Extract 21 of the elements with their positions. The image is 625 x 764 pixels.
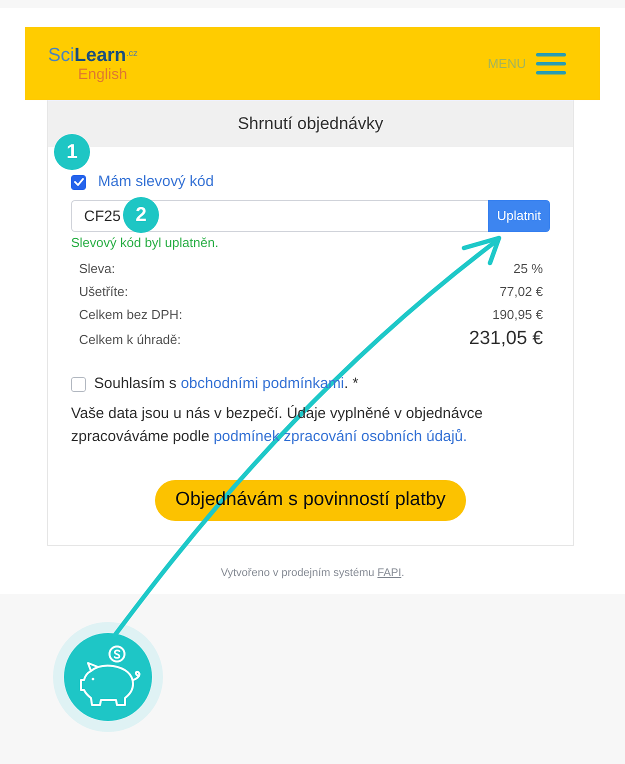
- fapi-link[interactable]: FAPI: [377, 567, 402, 579]
- menu-icon: [536, 52, 566, 74]
- discount-checkbox[interactable]: [71, 174, 86, 190]
- check-icon: [74, 178, 84, 186]
- summary-label: Ušetříte:: [79, 282, 128, 301]
- summary-label: Celkem k úhradě:: [79, 330, 181, 349]
- footer-note: Vytvořeno v prodejním systému FAPI.: [220, 566, 404, 580]
- summary-label: Celkem bez DPH:: [79, 306, 182, 324]
- discount-label[interactable]: Mám slevový kód: [98, 170, 214, 194]
- summary-value: 77,02 €: [500, 282, 543, 301]
- summary-value: 190,95 €: [492, 306, 543, 324]
- apply-button[interactable]: Uplatnit: [488, 200, 550, 232]
- logo-wordmark[interactable]: SciLearn$^{.cz}$: [48, 44, 138, 66]
- summary-label: Sleva:: [79, 260, 116, 278]
- piggy-bank-icon: [53, 622, 163, 732]
- terms-checkbox[interactable]: [71, 376, 86, 392]
- summary-value: 25 %: [513, 260, 543, 278]
- card-title: Shrnutí objednávky: [238, 112, 384, 135]
- total-value: 231,05 €: [469, 327, 543, 352]
- coupon-success-message: Slevový kód byl uplatněn.: [71, 234, 220, 252]
- logo-subtitle: English: [78, 66, 128, 82]
